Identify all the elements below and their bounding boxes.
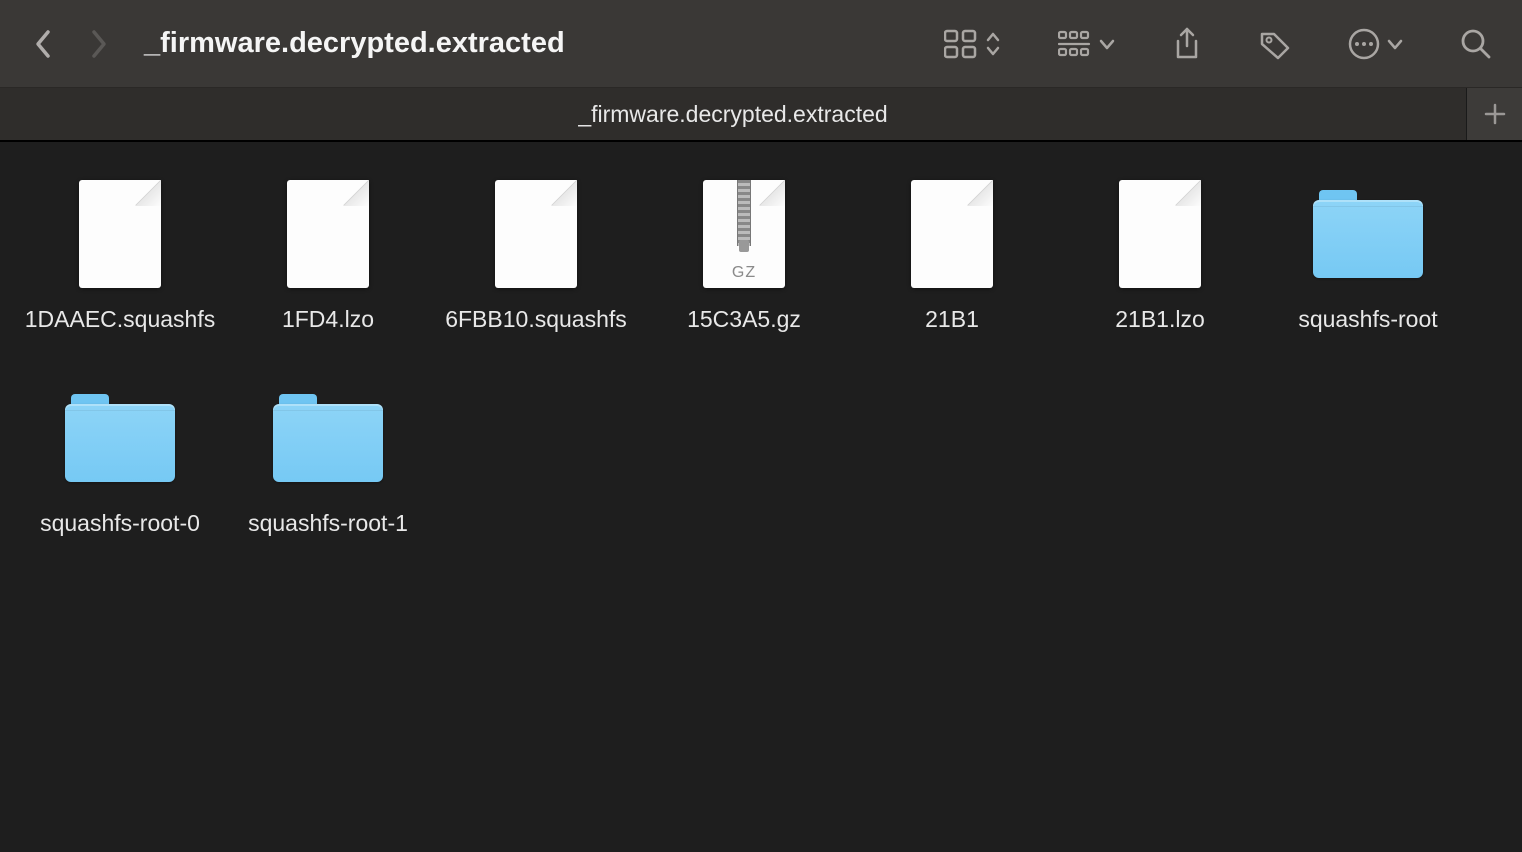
folder-icon (1308, 174, 1428, 294)
icon-grid: 1DAAEC.squashfs 1FD4.lzo 6FBB10.squashfs GZ… (16, 174, 1506, 582)
grid-icon (944, 29, 978, 59)
file-item[interactable]: 6FBB10.squashfs (432, 174, 640, 333)
file-item[interactable]: 1FD4.lzo (224, 174, 432, 333)
file-browser-content: 1DAAEC.squashfs 1FD4.lzo 6FBB10.squashfs GZ… (0, 142, 1522, 852)
file-name: 1FD4.lzo (282, 306, 374, 333)
plus-icon (1483, 102, 1507, 126)
file-item[interactable]: squashfs-root-0 (16, 378, 224, 537)
updown-icon (984, 29, 1002, 59)
file-item[interactable]: 1DAAEC.squashfs (16, 174, 224, 333)
toolbar: _firmware.decrypted.extracted (0, 0, 1522, 88)
add-tab-button[interactable] (1466, 88, 1522, 140)
toolbar-actions (944, 26, 1492, 62)
forward-button[interactable] (88, 28, 108, 60)
more-button[interactable] (1348, 28, 1404, 60)
file-name: squashfs-root (1298, 306, 1437, 333)
more-icon (1348, 28, 1380, 60)
chevron-down-icon (1098, 37, 1116, 51)
nav-buttons (34, 28, 108, 60)
file-name: squashfs-root-0 (40, 510, 200, 537)
file-item[interactable]: 21B1 (848, 174, 1056, 333)
tab-bar: _firmware.decrypted.extracted (0, 88, 1522, 142)
file-icon (60, 174, 180, 294)
file-icon (268, 174, 388, 294)
file-icon (892, 174, 1012, 294)
file-item[interactable]: 21B1.lzo (1056, 174, 1264, 333)
folder-icon (268, 378, 388, 498)
file-item[interactable]: squashfs-root (1264, 174, 1472, 333)
file-icon (1100, 174, 1220, 294)
tag-icon (1258, 28, 1292, 60)
file-name: 6FBB10.squashfs (445, 306, 627, 333)
tab-current[interactable]: _firmware.decrypted.extracted (0, 88, 1466, 140)
group-icon (1058, 29, 1092, 59)
file-item[interactable]: GZ 15C3A5.gz (640, 174, 848, 333)
chevron-right-icon (88, 28, 108, 60)
file-name: 21B1 (925, 306, 979, 333)
file-icon: GZ (684, 174, 804, 294)
back-button[interactable] (34, 28, 54, 60)
share-icon (1172, 26, 1202, 62)
tags-button[interactable] (1258, 28, 1292, 60)
search-icon (1460, 28, 1492, 60)
file-name: 1DAAEC.squashfs (25, 306, 215, 333)
tab-label: _firmware.decrypted.extracted (578, 101, 887, 128)
folder-icon (60, 378, 180, 498)
file-name: squashfs-root-1 (248, 510, 408, 537)
gz-badge: GZ (703, 264, 785, 282)
view-icon-button[interactable] (944, 29, 1002, 59)
file-name: 21B1.lzo (1115, 306, 1205, 333)
group-button[interactable] (1058, 29, 1116, 59)
chevron-left-icon (34, 28, 54, 60)
search-button[interactable] (1460, 28, 1492, 60)
file-item[interactable]: squashfs-root-1 (224, 378, 432, 537)
share-button[interactable] (1172, 26, 1202, 62)
chevron-down-icon (1386, 37, 1404, 51)
file-name: 15C3A5.gz (687, 306, 801, 333)
file-icon (476, 174, 596, 294)
window-title: _firmware.decrypted.extracted (144, 27, 565, 60)
